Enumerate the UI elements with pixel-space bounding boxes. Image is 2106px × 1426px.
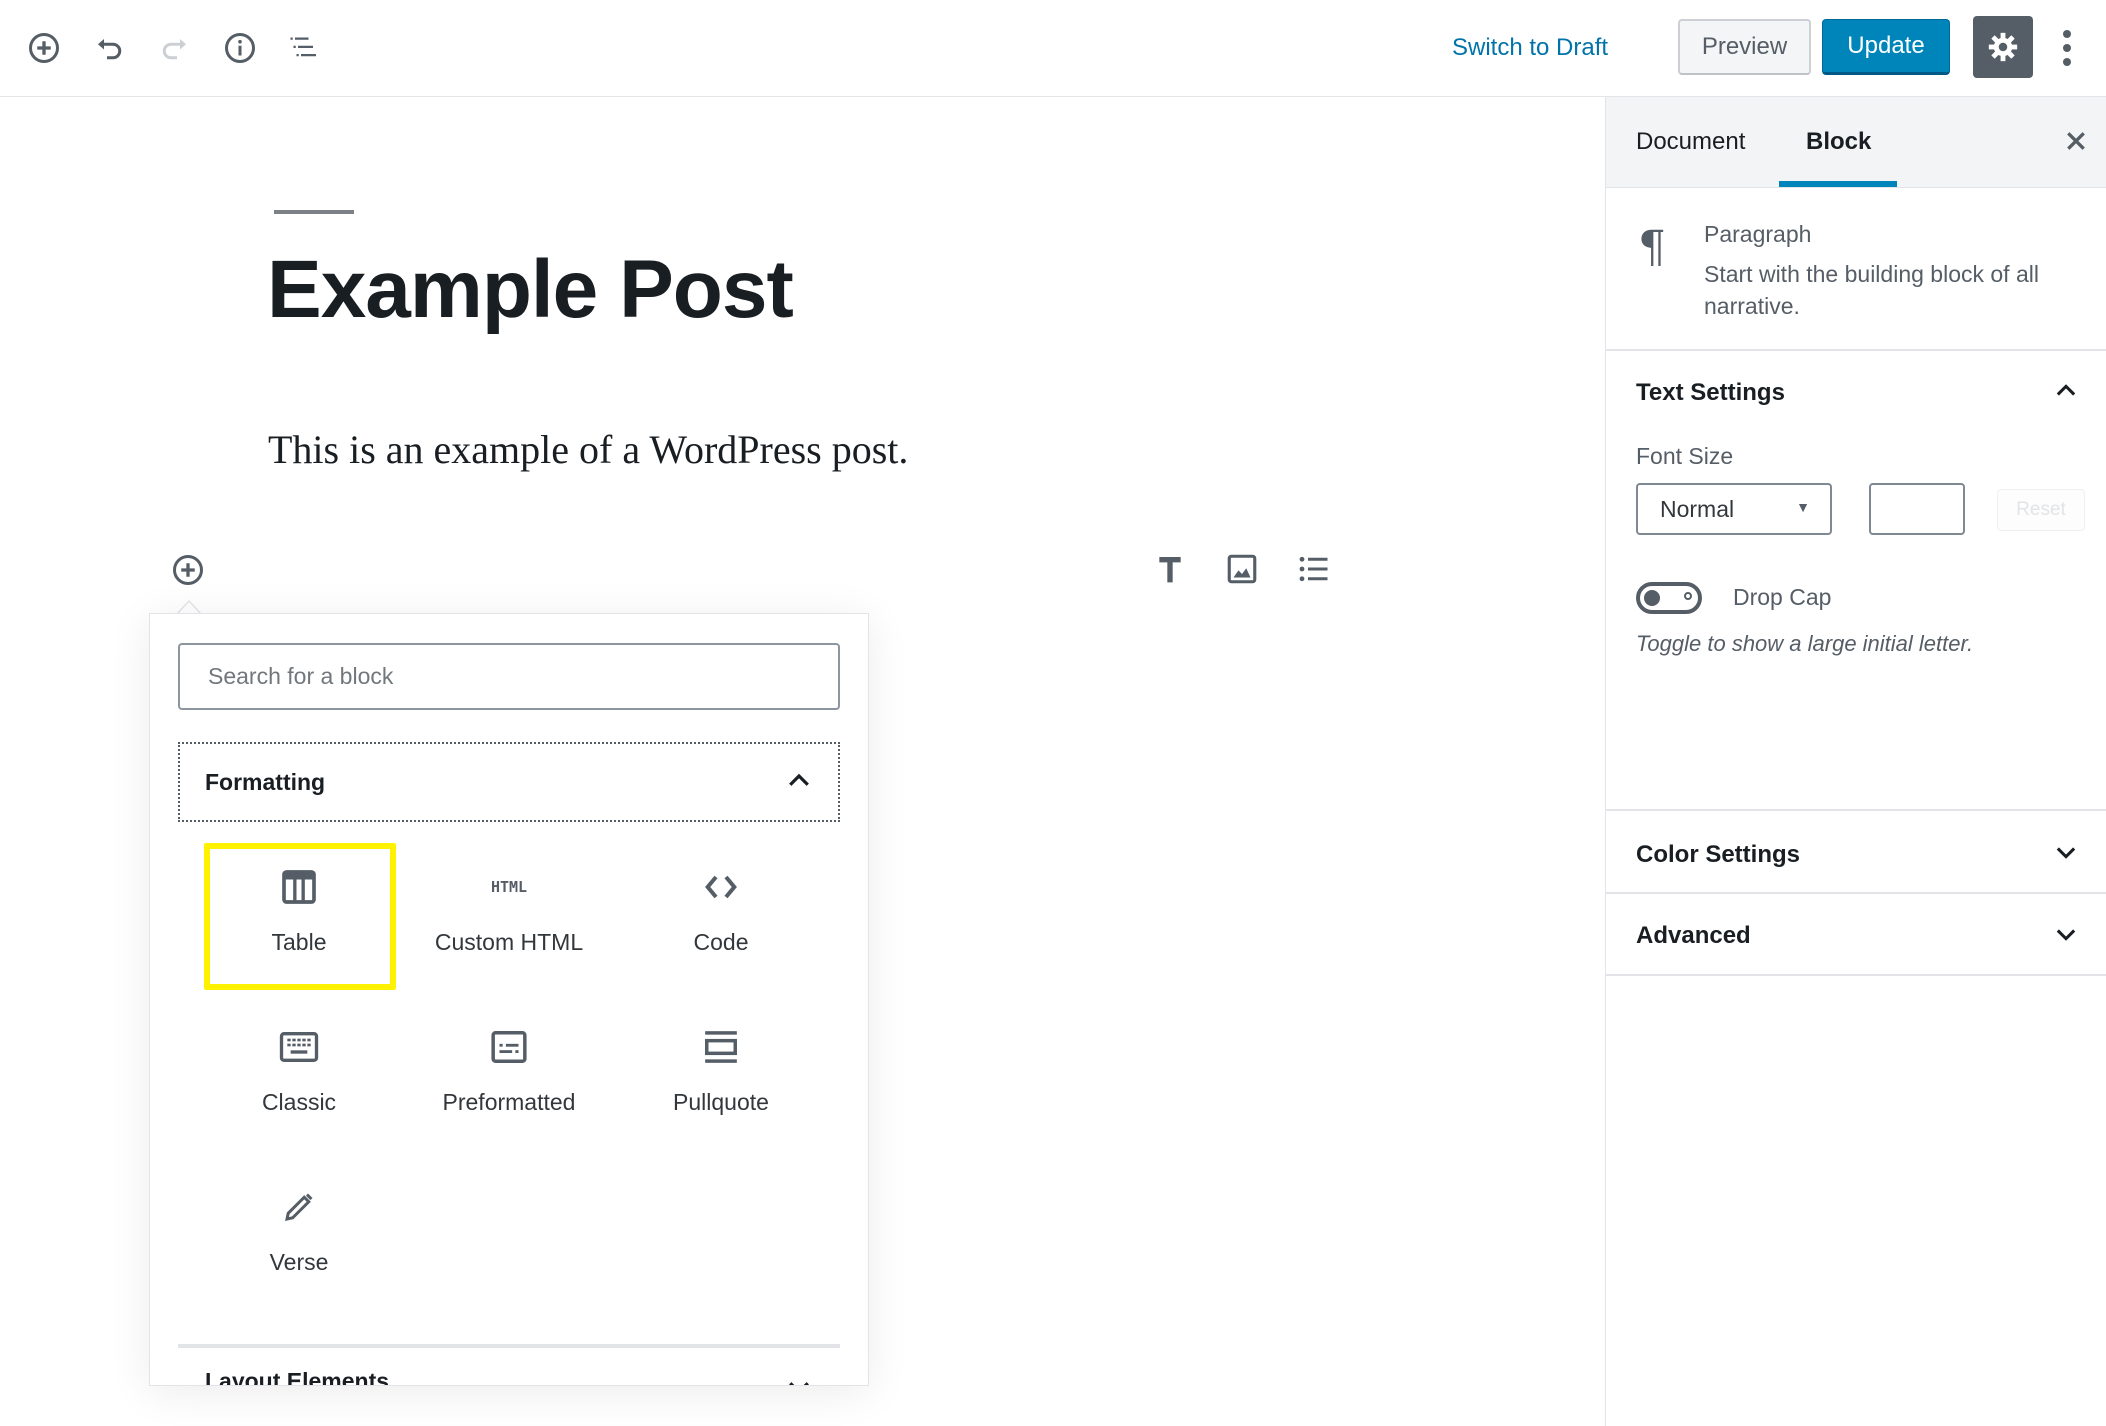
text-settings-panel: Text Settings Font Size Normal ▼ Reset D… xyxy=(1606,351,2106,811)
chevron-down-icon[interactable] xyxy=(2046,914,2086,954)
pencil-icon xyxy=(285,1193,313,1221)
list-icon xyxy=(1299,556,1328,582)
close-sidebar-button[interactable] xyxy=(2054,119,2098,163)
plus-circle-icon xyxy=(29,33,59,63)
block-item-pullquote[interactable]: Pullquote xyxy=(626,1003,816,1153)
chevron-down-icon xyxy=(784,1372,814,1385)
block-item-verse[interactable]: Verse xyxy=(204,1163,394,1313)
drop-cap-help-text: Toggle to show a large initial letter. xyxy=(1636,631,1974,656)
chevron-down-icon[interactable] xyxy=(2046,832,2086,872)
advanced-panel[interactable]: Advanced xyxy=(1606,894,2106,976)
drop-cap-toggle[interactable] xyxy=(1636,582,1702,614)
reset-font-size-button[interactable]: Reset xyxy=(1997,489,2085,531)
color-settings-title: Color Settings xyxy=(1636,841,1801,868)
keyboard-icon xyxy=(279,1032,319,1062)
toggle-knob xyxy=(1644,590,1660,606)
block-item-label: Preformatted xyxy=(442,1089,576,1115)
font-size-label: Font Size xyxy=(1636,443,1734,469)
inline-inserter-button[interactable] xyxy=(168,550,208,590)
switch-to-draft-link[interactable]: Switch to Draft xyxy=(1452,28,1608,68)
block-item-table[interactable]: Table xyxy=(204,843,394,993)
undo-button[interactable] xyxy=(86,24,134,72)
tab-document[interactable]: Document xyxy=(1636,97,1745,187)
active-tab-indicator xyxy=(1779,181,1897,187)
chevron-up-icon[interactable] xyxy=(2046,371,2086,411)
redo-button[interactable] xyxy=(150,24,198,72)
outline-button[interactable] xyxy=(280,24,328,72)
block-item-label: Code xyxy=(693,929,749,955)
vertical-ellipsis-icon xyxy=(2063,30,2071,66)
insert-list-button[interactable] xyxy=(1290,545,1338,593)
close-icon xyxy=(2067,132,2085,150)
block-item-classic[interactable]: Classic xyxy=(204,1003,394,1153)
code-icon xyxy=(705,875,737,899)
paragraph-icon: ¶ xyxy=(1638,222,1666,273)
block-item-label: Custom HTML xyxy=(434,929,584,955)
block-card: ¶ Paragraph Start with the building bloc… xyxy=(1606,188,2106,351)
block-item-label: Verse xyxy=(269,1249,329,1275)
block-item-code[interactable]: Code xyxy=(626,843,816,993)
layout-elements-section-toggle[interactable]: Layout Elements xyxy=(205,1368,389,1385)
insert-heading-button[interactable] xyxy=(1146,545,1194,593)
tab-block[interactable]: Block xyxy=(1806,97,1871,187)
more-menu-button[interactable] xyxy=(2050,24,2084,72)
block-item-preformatted[interactable]: Preformatted xyxy=(414,1003,604,1153)
plus-circle-icon xyxy=(173,555,203,585)
block-description: Start with the building block of all nar… xyxy=(1704,261,2039,319)
block-name: Paragraph xyxy=(1704,221,1812,247)
preformatted-icon xyxy=(491,1031,527,1063)
info-button[interactable] xyxy=(216,24,264,72)
block-item-label: Pullquote xyxy=(673,1089,769,1115)
html-icon: HTML xyxy=(490,878,528,896)
font-size-select-value: Normal xyxy=(1660,495,1735,522)
settings-sidebar: Document Block ¶ Paragraph Start with th… xyxy=(1605,97,2106,1426)
table-icon xyxy=(282,870,316,904)
pullquote-icon xyxy=(705,1031,737,1063)
list-outline-icon xyxy=(290,37,316,57)
advanced-title: Advanced xyxy=(1636,922,1751,949)
toggle-off-indicator xyxy=(1684,592,1692,600)
block-item-custom-html[interactable]: HTML Custom HTML xyxy=(414,843,604,993)
font-size-select[interactable]: Normal ▼ xyxy=(1636,483,1832,535)
editor-header: Switch to Draft Preview Update xyxy=(0,0,2106,97)
chevron-up-icon xyxy=(784,766,814,802)
color-settings-panel[interactable]: Color Settings xyxy=(1606,811,2106,894)
block-search-input[interactable] xyxy=(178,643,840,710)
settings-button[interactable] xyxy=(1973,16,2033,78)
formatting-section-toggle[interactable]: Formatting xyxy=(178,742,840,822)
section-divider xyxy=(178,1344,840,1348)
preview-button[interactable]: Preview xyxy=(1678,19,1811,75)
image-icon xyxy=(1227,554,1257,584)
gear-icon xyxy=(1988,32,2018,62)
text-settings-toggle[interactable]: Text Settings xyxy=(1636,379,1785,407)
update-button[interactable]: Update xyxy=(1822,19,1950,75)
undo-icon xyxy=(98,39,122,60)
heading-icon xyxy=(1159,557,1181,583)
add-block-button[interactable] xyxy=(20,24,68,72)
redo-icon xyxy=(162,39,186,60)
block-item-label: Table xyxy=(271,929,327,955)
drop-cap-label: Drop Cap xyxy=(1733,584,1832,610)
info-icon xyxy=(225,33,255,63)
insert-image-button[interactable] xyxy=(1218,545,1266,593)
sidebar-tabs: Document Block xyxy=(1606,97,2106,188)
block-item-label: Classic xyxy=(261,1089,337,1115)
post-title[interactable]: Example Post xyxy=(267,240,794,340)
custom-font-size-input[interactable] xyxy=(1869,483,1965,535)
title-separator xyxy=(274,210,354,214)
paragraph-block[interactable]: This is an example of a WordPress post. xyxy=(268,420,908,480)
formatting-section-title: Formatting xyxy=(205,768,326,795)
block-inserter-popover: Formatting Table HTML Custom HTML Code C… xyxy=(149,613,869,1386)
caret-down-icon: ▼ xyxy=(1796,499,1810,515)
